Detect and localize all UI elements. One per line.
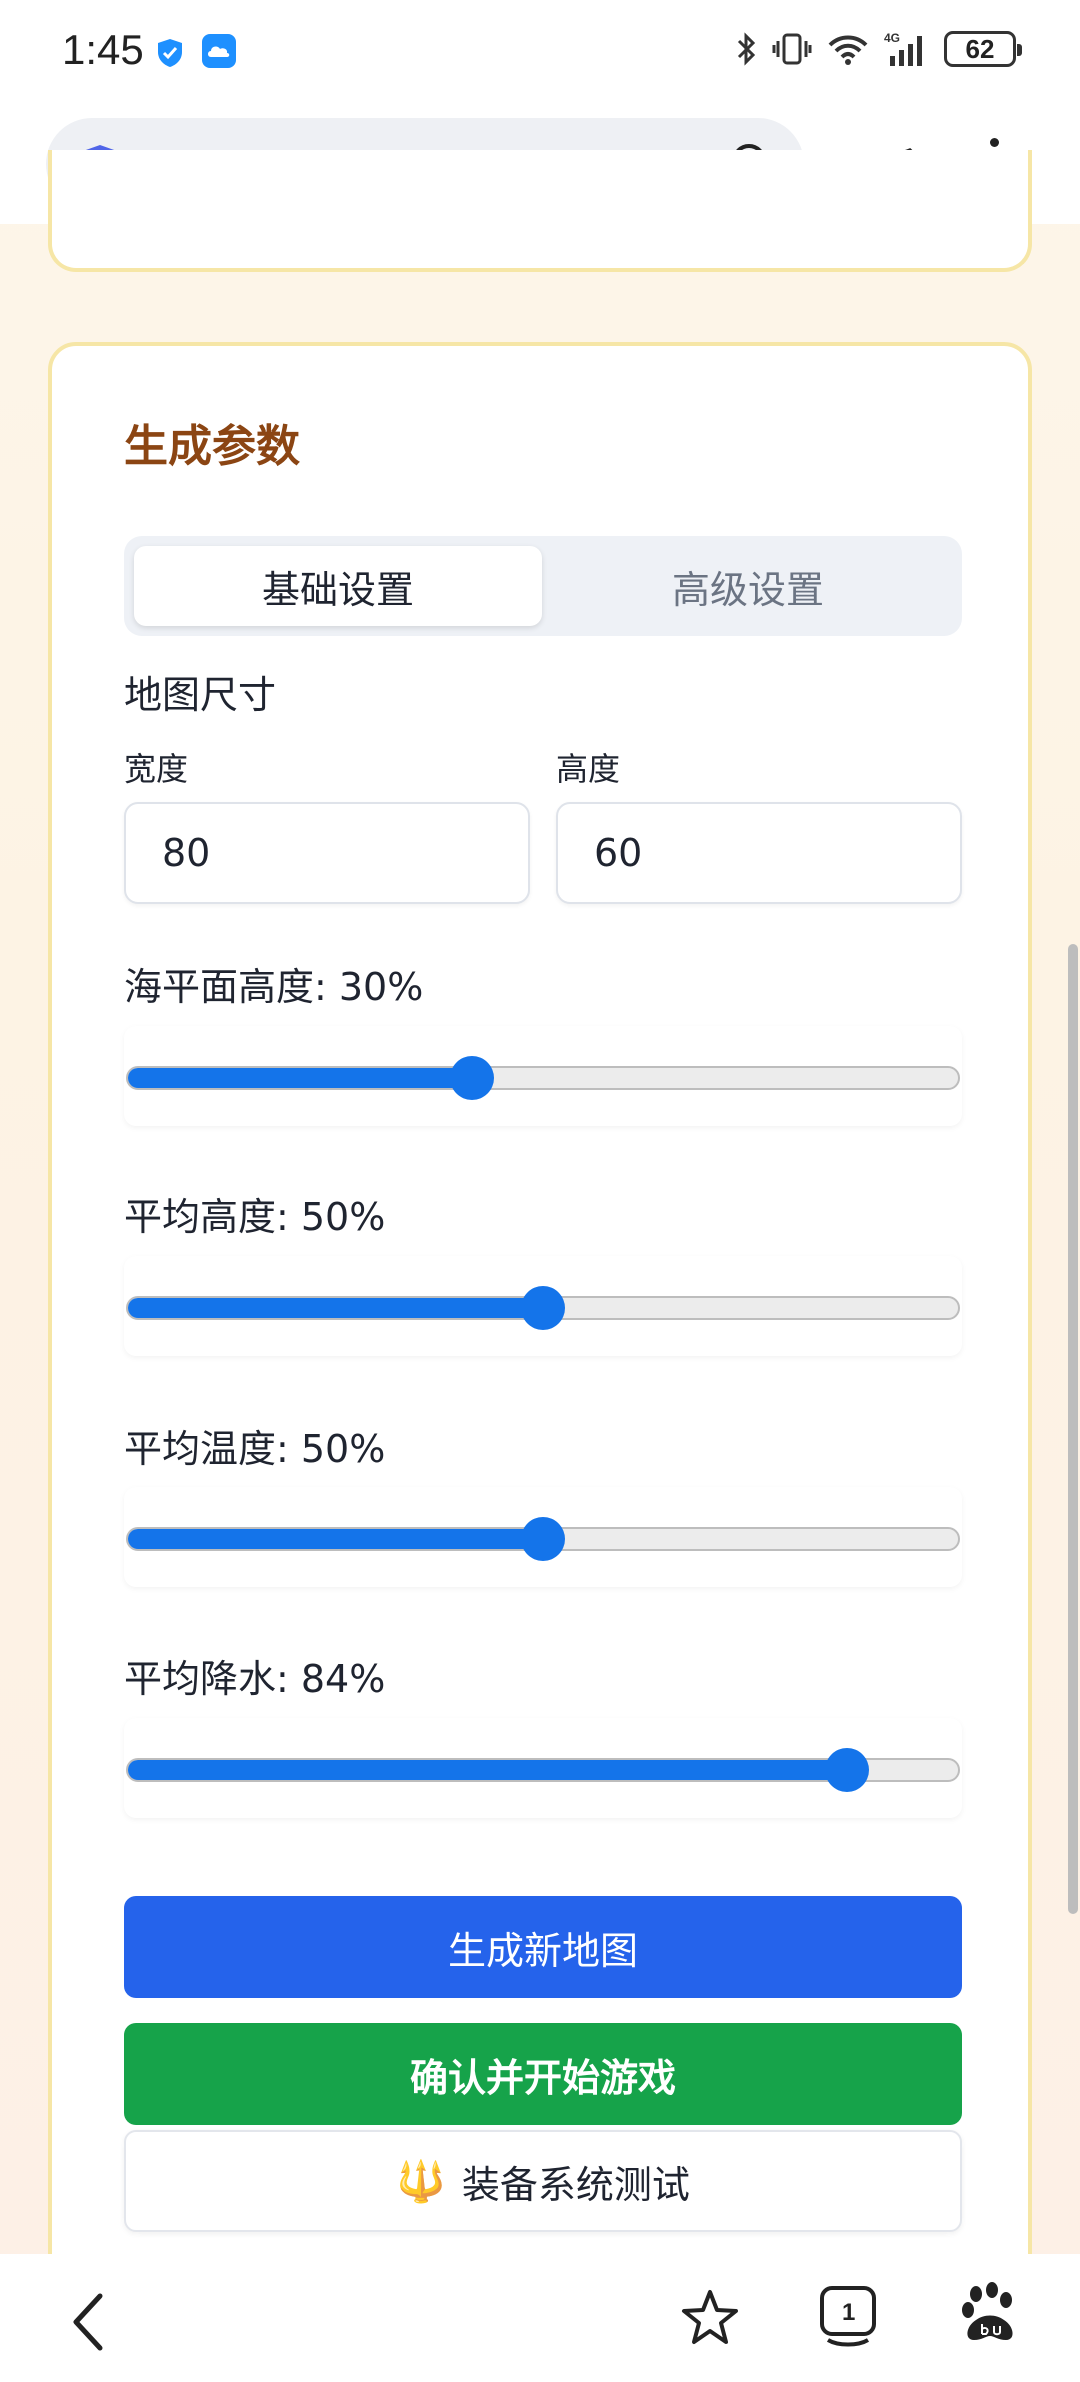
bottom-nav: 1 xyxy=(0,2254,1080,2382)
baidu-paw-icon[interactable] xyxy=(960,2282,1020,2346)
card-title: 生成参数 xyxy=(124,421,300,472)
avg-temperature-slider-thumb[interactable] xyxy=(521,1517,565,1561)
bluetooth-icon xyxy=(737,32,756,66)
height-label: 高度 xyxy=(556,750,621,788)
avg-precipitation-slider-thumb[interactable] xyxy=(824,1748,869,1792)
vibrate-icon xyxy=(772,33,812,65)
sea-level-slider-thumb[interactable] xyxy=(450,1056,495,1100)
wifi-icon xyxy=(828,35,868,65)
status-bar: 1:45 4G 62 xyxy=(0,0,1080,108)
avg-height-label: 平均高度: 50% xyxy=(124,1195,386,1239)
trident-icon: 🔱 xyxy=(396,2158,446,2205)
bookmark-star-icon[interactable] xyxy=(678,2286,742,2350)
network-type: 4G xyxy=(884,31,900,45)
battery-indicator: 62 xyxy=(944,31,1022,67)
equipment-test-button[interactable]: 🔱 装备系统测试 xyxy=(124,2130,962,2232)
sea-level-label: 海平面高度: 30% xyxy=(124,965,424,1009)
avg-height-slider[interactable] xyxy=(124,1256,962,1356)
avg-precipitation-slider[interactable] xyxy=(124,1718,962,1818)
generate-map-button[interactable]: 生成新地图 xyxy=(124,1896,962,1998)
shield-icon xyxy=(158,39,182,67)
width-label: 宽度 xyxy=(124,750,189,788)
cellular-signal-icon: 4G xyxy=(884,31,922,66)
previous-card xyxy=(48,150,1032,272)
status-icons: 4G 62 xyxy=(736,30,1022,68)
sea-level-slider[interactable] xyxy=(124,1026,962,1126)
height-input[interactable]: 60 xyxy=(556,802,962,904)
settings-tabs: 基础设置 高级设置 xyxy=(124,536,962,636)
tab-basic-settings[interactable]: 基础设置 xyxy=(134,546,542,626)
tabs-icon[interactable]: 1 xyxy=(816,2282,880,2350)
confirm-start-game-button[interactable]: 确认并开始游戏 xyxy=(124,2023,962,2125)
avg-height-slider-thumb[interactable] xyxy=(521,1286,565,1330)
avg-temperature-slider[interactable] xyxy=(124,1487,962,1587)
tab-advanced-settings[interactable]: 高级设置 xyxy=(544,546,952,626)
map-size-label: 地图尺寸 xyxy=(124,673,277,717)
generation-params-card: 生成参数 基础设置 高级设置 地图尺寸 宽度 高度 80 60 海平面高度: 3… xyxy=(48,342,1032,2282)
avg-temperature-label: 平均温度: 50% xyxy=(124,1427,386,1471)
tab-count: 1 xyxy=(842,2299,855,2326)
width-input[interactable]: 80 xyxy=(124,802,530,904)
back-icon[interactable] xyxy=(68,2290,108,2354)
equipment-test-label: 装备系统测试 xyxy=(461,2162,690,2207)
avg-precipitation-label: 平均降水: 84% xyxy=(124,1657,386,1701)
page-scrollbar[interactable] xyxy=(1068,944,1078,1914)
cloud-icon xyxy=(202,34,236,68)
status-time: 1:45 xyxy=(62,26,144,73)
